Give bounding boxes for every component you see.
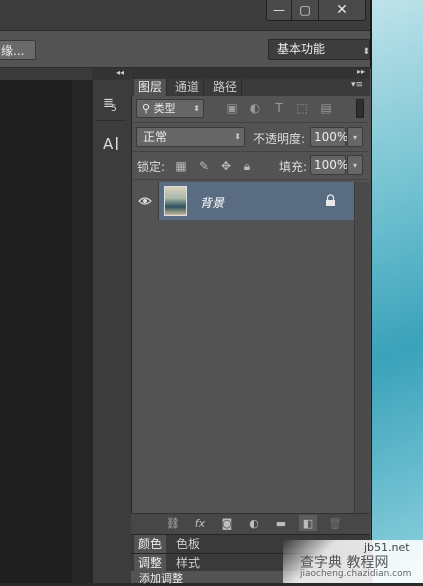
divider [133, 122, 368, 123]
fill-input[interactable]: 100% [310, 155, 348, 175]
filter-adjustment-icon[interactable]: ◐ [247, 100, 263, 116]
filter-kind-label: 类型 [153, 102, 176, 115]
layers-scrollbar[interactable] [354, 182, 370, 513]
workspace-label: 基本功能 [277, 42, 326, 56]
dock-header [92, 68, 130, 80]
fill-label: 填充: [279, 160, 308, 174]
dock-divider [96, 120, 126, 121]
close-button[interactable]: ✕ [318, 0, 366, 21]
expand-panels-icon[interactable]: ▸▸ [357, 67, 365, 76]
canvas-pasteboard [0, 68, 72, 583]
fill-dropdown[interactable]: ▾ [347, 155, 363, 175]
svg-text:A: A [103, 135, 114, 153]
filter-pixel-icon[interactable]: ▣ [224, 100, 240, 116]
layer-lock-icon [325, 194, 336, 210]
opacity-input[interactable]: 100% [310, 127, 348, 147]
opacity-label: 不透明度: [253, 132, 306, 146]
minimize-icon: — [273, 3, 285, 17]
chevron-down-icon: ▾ [352, 132, 357, 142]
layer-name[interactable]: 背景 [200, 194, 224, 211]
svg-text:5: 5 [111, 104, 117, 113]
desktop-background [372, 0, 423, 583]
visibility-toggle[interactable] [132, 182, 159, 220]
character-icon[interactable]: A [96, 130, 126, 156]
tab-layers[interactable]: 图层 [134, 79, 168, 96]
layer-thumbnail [164, 186, 187, 216]
opacity-dropdown[interactable]: ▾ [347, 127, 363, 147]
canvas-header [0, 68, 92, 80]
new-layer-icon[interactable]: ◧ [299, 515, 317, 531]
watermark-url: jiaocheng.chazidian.com [300, 569, 412, 579]
panel-menu-icon[interactable]: ▾≡ [351, 80, 363, 90]
lock-brush-icon[interactable]: ✎ [196, 158, 212, 174]
paragraph-icon[interactable]: ≣ 5 [96, 90, 126, 116]
minimize-button[interactable]: — [266, 0, 292, 21]
watermark-site: jb51.net [364, 541, 410, 554]
tab-channels[interactable]: 通道 [171, 79, 205, 96]
filter-type-icon[interactable]: T [271, 100, 287, 116]
new-group-icon[interactable]: ▬ [272, 515, 290, 531]
fx-icon[interactable]: fx [191, 515, 209, 531]
filter-shape-icon[interactable]: ⬚ [294, 100, 310, 116]
layer-filter-select[interactable]: ⚲ 类型 ⬍ [136, 99, 204, 118]
divider [133, 179, 368, 180]
lock-all-icon[interactable]: 🔒︎ [239, 158, 255, 174]
link-layers-icon[interactable]: ⛓ [164, 515, 182, 531]
trash-icon[interactable]: 🗑︎ [326, 515, 344, 531]
collapse-dock-icon[interactable]: ◂◂ [116, 68, 124, 77]
eye-icon [138, 197, 152, 205]
blend-mode-select[interactable]: 正常 ⬍ [136, 127, 245, 147]
panel-header [131, 68, 370, 79]
workspace-select[interactable]: 基本功能 ⬍ [268, 39, 370, 60]
search-icon: ⚲ [142, 102, 154, 115]
tab-swatches[interactable]: 色板 [172, 535, 204, 553]
maximize-icon: ▢ [299, 3, 311, 17]
chevron-updown-icon: ⬍ [193, 104, 200, 113]
maximize-button[interactable]: ▢ [291, 0, 319, 21]
tab-paths[interactable]: 路径 [209, 79, 243, 96]
filter-toggle-switch[interactable] [356, 99, 364, 118]
lock-transparent-icon[interactable]: ▦ [173, 158, 189, 174]
close-icon: ✕ [336, 2, 348, 18]
chevron-updown-icon: ⬍ [362, 47, 370, 57]
chevron-updown-icon: ⬍ [234, 132, 241, 141]
blend-mode-label: 正常 [143, 130, 168, 144]
lock-label: 锁定: [137, 160, 166, 174]
lock-move-icon[interactable]: ✥ [218, 158, 234, 174]
refine-edge-button[interactable]: 缘... [0, 40, 36, 60]
chevron-down-icon: ▾ [352, 160, 357, 170]
tab-color[interactable]: 颜色 [134, 535, 167, 553]
filter-smartobject-icon[interactable]: ▤ [318, 100, 334, 116]
add-mask-icon[interactable]: ◙ [218, 515, 236, 531]
new-adjustment-icon[interactable]: ◐ [245, 515, 263, 531]
add-adjustment-label: 添加调整 [139, 572, 183, 585]
divider [133, 151, 368, 152]
